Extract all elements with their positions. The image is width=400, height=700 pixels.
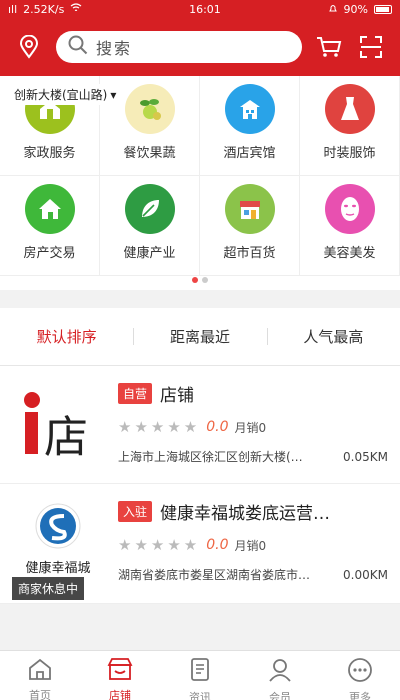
vegetable-icon [124,84,175,134]
nav-label: 店铺 [109,689,131,700]
shop-icon [106,657,134,685]
house-icon [24,184,75,234]
category-label: 餐饮果蔬 [123,146,176,161]
shop-list-item[interactable]: 健康幸福城 商家休息中 入驻 健康幸福城娄底运营… ★★★★★ 0.0 月销0 … [0,484,400,604]
clock: 16:01 [189,2,221,16]
search-icon [68,35,88,59]
category-label: 健康产业 [123,246,176,261]
category-hotel[interactable]: 酒店宾馆 [200,76,300,176]
leaf-icon [124,184,175,234]
nav-label: 更多 [349,691,371,700]
category-health[interactable]: 健康产业 [100,176,200,276]
wifi-icon [70,2,82,16]
shop-list-item[interactable]: 店 自营 店铺 ★★★★★ 0.0 月销0 上海市上海城区徐汇区创新大楼(… 0… [0,366,400,484]
shop-distance: 0.05KM [343,449,388,464]
hotel-icon [224,84,275,134]
more-icon [347,657,373,687]
cart-icon[interactable] [314,32,344,62]
monthly-sales: 月销0 [234,420,267,435]
shop-logo: 店 [12,380,104,472]
tab-nearest[interactable]: 距离最近 [133,326,266,347]
signal-icon: ıll [8,2,18,16]
news-icon [188,657,212,687]
nav-home[interactable]: 首页 [0,651,80,700]
face-mask-icon [324,184,375,234]
pager-dot-active[interactable] [192,277,198,283]
pager-dot[interactable] [202,277,208,283]
shop-address: 湖南省娄底市娄星区湖南省娄底市… [118,568,311,582]
status-bar: ıll 2.52K/s 16:01 90% [0,0,400,18]
dress-icon [324,84,375,134]
battery-level: 90% [343,2,368,16]
nav-shop[interactable]: 店铺 [80,651,160,700]
rating-score: 0.0 [206,537,229,553]
category-grid: 创新大楼(宜山路) ▾ 家政服务 餐饮果蔬 酒店宾馆 时装服饰 房产交易 健康产… [0,76,400,290]
caret-down-icon: ▾ [110,87,117,102]
category-supermarket[interactable]: 超市百货 [200,176,300,276]
monthly-sales: 月销0 [234,538,267,553]
category-label: 家政服务 [23,146,76,161]
tab-default-sort[interactable]: 默认排序 [0,326,133,347]
category-label: 酒店宾馆 [223,146,276,161]
resident-badge: 入驻 [118,500,153,522]
location-label: 创新大楼(宜山路) [14,88,108,102]
nav-member[interactable]: 会员 [240,651,320,700]
header: 搜索 [0,18,400,76]
rating-stars: ★★★★★ [118,418,201,436]
category-label: 房产交易 [23,246,76,261]
store-icon [224,184,275,234]
category-fashion[interactable]: 时装服饰 [300,76,400,176]
shop-address: 上海市上海城区徐汇区创新大楼(… [118,450,303,464]
category-beauty[interactable]: 美容美发 [300,176,400,276]
nav-label: 会员 [269,691,291,700]
location-selector[interactable]: 创新大楼(宜山路) ▾ [10,84,121,105]
nav-more[interactable]: 更多 [320,651,400,700]
shop-distance: 0.00KM [343,567,388,582]
shop-name: 健康幸福城娄底运营… [160,503,331,524]
search-input[interactable]: 搜索 [56,31,302,63]
tab-most-popular[interactable]: 人气最高 [266,326,400,347]
sort-tabs: 默认排序 距离最近 人气最高 [0,308,400,366]
shop-logo-text: 店 [44,412,88,463]
nav-label: 资讯 [189,691,211,700]
app: ıll 2.52K/s 16:01 90% 搜索 创新大楼(宜山路) ▾ 家政服… [0,0,400,700]
home-icon [27,657,53,685]
scan-icon[interactable] [356,32,386,62]
self-operated-badge: 自营 [118,382,153,404]
alarm-icon [328,3,338,16]
rating-score: 0.0 [206,419,229,435]
category-label: 时装服饰 [323,146,376,161]
network-speed: 2.52K/s [23,2,65,16]
category-label: 超市百货 [223,246,276,261]
user-icon [267,657,293,687]
nav-label: 首页 [29,689,51,700]
shop-logo-text: 健康幸福城 [25,560,90,576]
shop-name: 店铺 [160,385,195,406]
rating-stars: ★★★★★ [118,536,201,554]
category-real-estate[interactable]: 房产交易 [0,176,100,276]
location-pin-icon[interactable] [14,32,44,62]
nav-news[interactable]: 资讯 [160,651,240,700]
search-placeholder: 搜索 [96,39,133,58]
section-gap [0,290,400,308]
battery-icon [374,4,392,14]
pager-dots [0,277,400,283]
closed-status-label: 商家休息中 [12,577,85,600]
shop-logo: 健康幸福城 商家休息中 [12,498,104,600]
category-label: 美容美发 [323,246,376,261]
bottom-nav: 首页 店铺 资讯 会员 更多 [0,650,400,700]
